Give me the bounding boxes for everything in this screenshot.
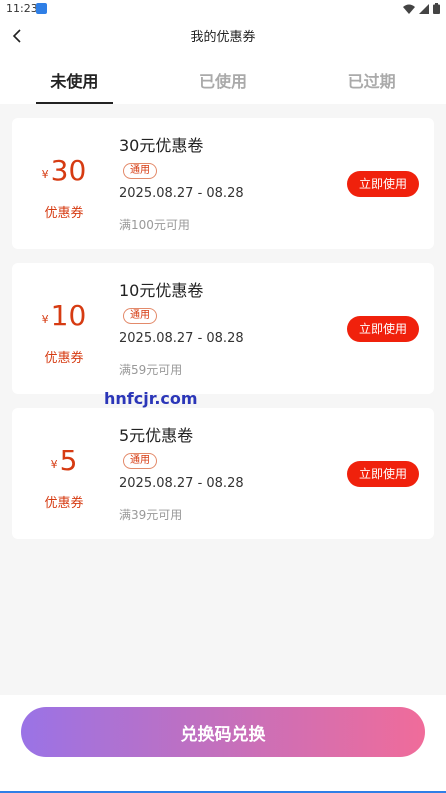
coupon-min-use: 满59元可用 (119, 363, 183, 377)
wifi-icon (403, 4, 415, 14)
coupon-date: 2025.08.27 - 08.28 (119, 476, 244, 491)
amount-number: 30 (50, 154, 87, 187)
coupon-card: ¥5 优惠券 5元优惠卷 通用 2025.08.27 - 08.28 满39元可… (12, 408, 434, 539)
currency-symbol: ¥ (41, 168, 49, 181)
use-now-button[interactable]: 立即使用 (346, 316, 419, 342)
coupon-tag: 通用 (123, 308, 157, 324)
coupon-min-use: 满39元可用 (119, 508, 183, 522)
redeem-code-button[interactable]: 兑换码兑换 (21, 707, 425, 757)
coupon-page: 11:23 我的优惠券 未使用 已使用 已过期 ¥30 优惠券 30元优惠卷 通… (0, 0, 446, 793)
coupon-amount: ¥30 (12, 154, 116, 187)
tab-unused[interactable]: 未使用 (0, 54, 149, 104)
tab-expired[interactable]: 已过期 (297, 54, 446, 104)
coupon-title: 30元优惠卷 (119, 136, 204, 155)
coupon-value-panel: ¥5 优惠券 (12, 408, 116, 539)
coupon-tag: 通用 (123, 453, 157, 469)
app-notification-icon (36, 3, 47, 14)
use-now-button[interactable]: 立即使用 (346, 461, 419, 487)
header: 我的优惠券 (0, 18, 446, 54)
coupon-amount: ¥10 (12, 299, 116, 332)
coupon-date: 2025.08.27 - 08.28 (119, 186, 244, 201)
watermark-text: hnfcjr.com (104, 389, 198, 408)
coupon-type-label: 优惠券 (44, 206, 84, 221)
coupon-type-label: 优惠券 (44, 496, 84, 511)
signal-icon (419, 3, 429, 14)
status-bar: 11:23 (0, 0, 446, 18)
amount-number: 10 (50, 299, 87, 332)
status-icons (403, 3, 440, 14)
amount-number: 5 (59, 444, 78, 477)
coupon-type-label: 优惠券 (44, 351, 84, 366)
currency-symbol: ¥ (50, 458, 58, 471)
status-time: 11:23 (6, 2, 38, 15)
coupon-value-panel: ¥10 优惠券 (12, 263, 116, 394)
coupon-tag: 通用 (123, 163, 157, 179)
coupon-title: 10元优惠卷 (119, 281, 204, 300)
currency-symbol: ¥ (41, 313, 49, 326)
coupon-date: 2025.08.27 - 08.28 (119, 331, 244, 346)
page-title: 我的优惠券 (190, 30, 256, 45)
coupon-card: ¥30 优惠券 30元优惠卷 通用 2025.08.27 - 08.28 满10… (12, 118, 434, 249)
coupon-value-panel: ¥30 优惠券 (12, 118, 116, 249)
battery-icon (433, 3, 440, 14)
coupon-card: ¥10 优惠券 10元优惠卷 通用 2025.08.27 - 08.28 满59… (12, 263, 434, 394)
use-now-button[interactable]: 立即使用 (346, 171, 419, 197)
bottom-bar: 兑换码兑换 (0, 695, 446, 793)
tab-bar: 未使用 已使用 已过期 (0, 54, 446, 104)
coupon-list: ¥30 优惠券 30元优惠卷 通用 2025.08.27 - 08.28 满10… (12, 118, 434, 553)
coupon-title: 5元优惠卷 (119, 426, 194, 445)
coupon-amount: ¥5 (12, 444, 116, 477)
tab-used[interactable]: 已使用 (149, 54, 298, 104)
coupon-min-use: 满100元可用 (119, 218, 190, 232)
